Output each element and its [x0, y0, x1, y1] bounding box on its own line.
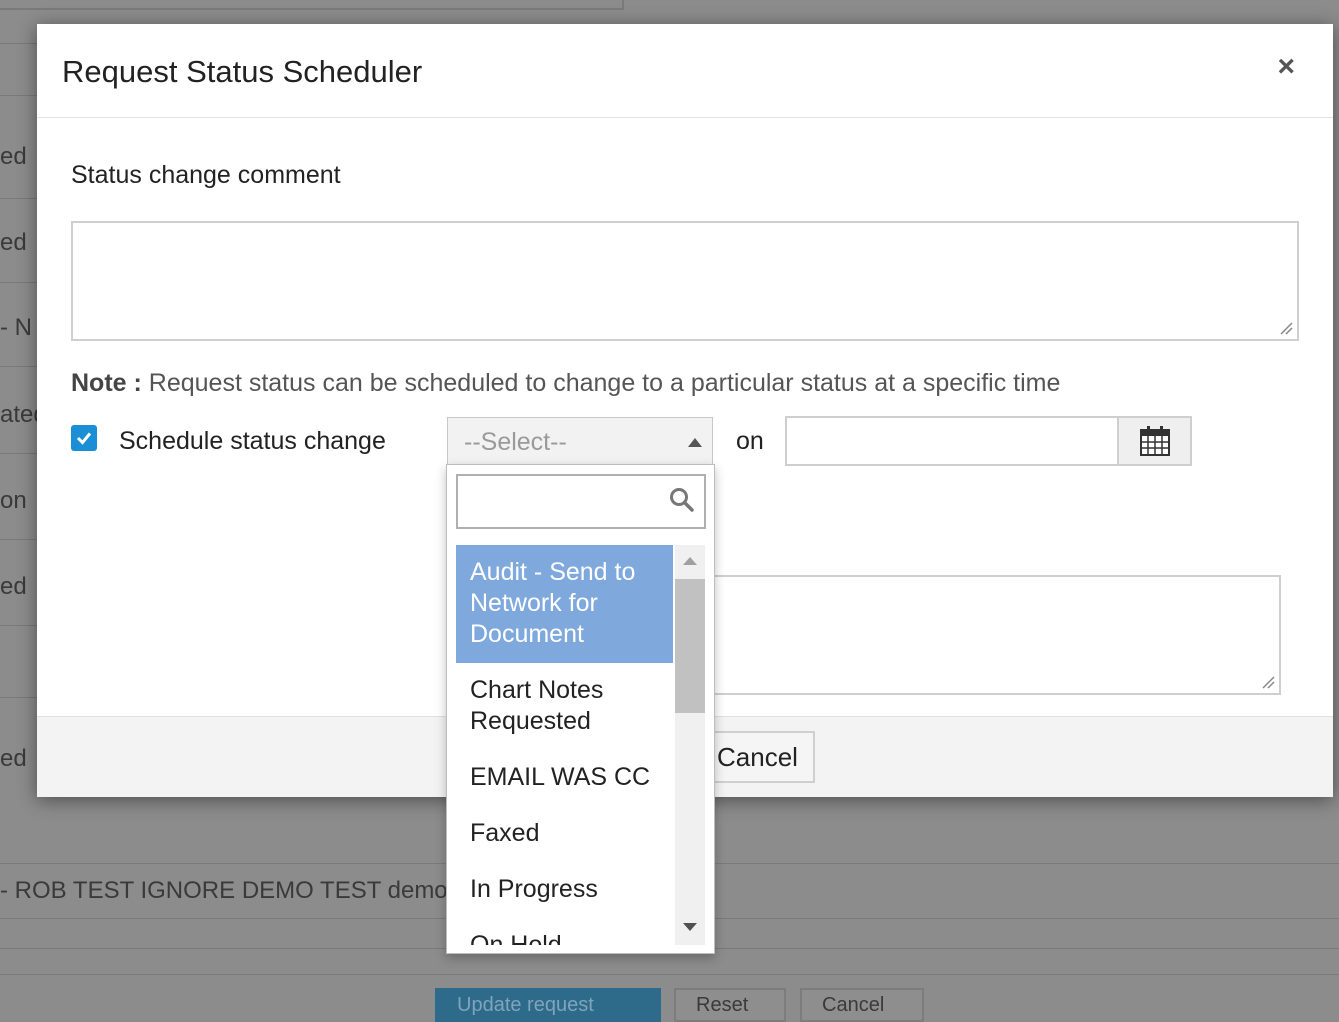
- bg-divider: [0, 198, 40, 199]
- scrollbar-thumb[interactable]: [675, 579, 705, 713]
- search-icon: [670, 488, 694, 512]
- bg-divider: [0, 366, 40, 367]
- note-text: Note : Request status can be scheduled t…: [71, 369, 1060, 398]
- bg-row-text: - N: [0, 314, 32, 341]
- calendar-button[interactable]: [1117, 416, 1192, 466]
- bg-top-field: [0, 0, 624, 10]
- bg-cancel-button: Cancel: [800, 988, 924, 1022]
- bg-row-text: ed: [0, 143, 27, 170]
- note-body: Request status can be scheduled to chang…: [141, 369, 1061, 397]
- bg-divider: [0, 43, 40, 44]
- modal-header: Request Status Scheduler ×: [37, 24, 1333, 118]
- bg-row-text: ed: [0, 745, 27, 772]
- bg-divider: [0, 95, 40, 96]
- bg-divider: [0, 453, 40, 454]
- dropdown-scrollbar[interactable]: [675, 545, 705, 945]
- note-label: Note :: [71, 369, 142, 397]
- close-icon[interactable]: ×: [1277, 52, 1295, 82]
- bg-divider: [0, 282, 40, 283]
- dropdown-option[interactable]: On Hold: [456, 918, 673, 945]
- bg-row-text: - ROB TEST IGNORE DEMO TEST demo: [0, 877, 448, 904]
- scroll-up-icon[interactable]: [683, 557, 697, 565]
- calendar-icon: [1139, 426, 1170, 456]
- dropdown-option[interactable]: Audit - Send to Network for Document: [456, 545, 673, 663]
- secondary-comment-textarea[interactable]: [637, 575, 1281, 695]
- bg-reset-button: Reset: [674, 988, 786, 1022]
- bg-divider: [0, 974, 1339, 975]
- status-select-value: --Select--: [464, 428, 567, 456]
- bg-divider: [0, 539, 40, 540]
- status-dropdown-panel: Audit - Send to Network for Document Cha…: [446, 464, 715, 954]
- dropdown-option[interactable]: Faxed: [456, 806, 673, 862]
- chevron-up-icon: [688, 438, 702, 447]
- bg-update-request-button: Update request: [435, 988, 661, 1022]
- dropdown-option[interactable]: In Progress: [456, 862, 673, 918]
- bg-row-text: on: [0, 487, 27, 514]
- bg-divider: [0, 697, 40, 698]
- resize-grip-icon[interactable]: [1261, 675, 1275, 689]
- on-label: on: [736, 427, 764, 455]
- scroll-down-icon[interactable]: [683, 923, 697, 931]
- status-change-comment-label: Status change comment: [71, 161, 341, 189]
- bg-row-text: ed: [0, 229, 27, 256]
- status-change-comment-textarea[interactable]: [71, 221, 1299, 341]
- schedule-date-input[interactable]: [785, 416, 1119, 466]
- dropdown-options-list: Audit - Send to Network for Document Cha…: [456, 545, 673, 945]
- dropdown-option[interactable]: EMAIL WAS CC: [456, 750, 673, 806]
- schedule-status-change-label[interactable]: Schedule status change: [119, 427, 386, 456]
- modal-title: Request Status Scheduler: [62, 54, 423, 89]
- schedule-status-checkbox[interactable]: [71, 425, 97, 451]
- bg-row-text: ed: [0, 573, 27, 600]
- status-select[interactable]: --Select--: [447, 417, 713, 465]
- checkmark-icon: [76, 432, 92, 445]
- dropdown-option[interactable]: Chart Notes Requested: [456, 663, 673, 750]
- bg-divider: [0, 625, 40, 626]
- resize-grip-icon[interactable]: [1279, 321, 1293, 335]
